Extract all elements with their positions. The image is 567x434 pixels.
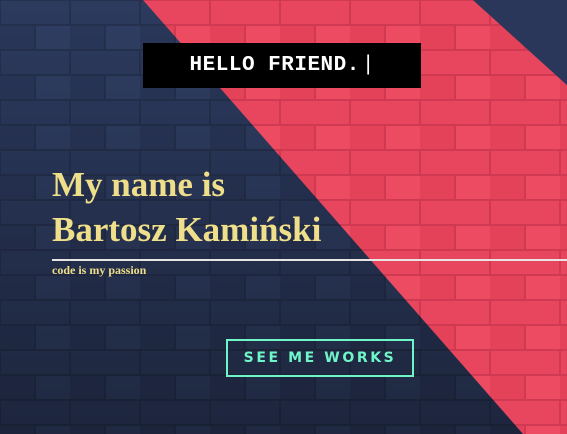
- typing-cursor: |: [361, 54, 375, 77]
- greeting-banner: HELLO FRIEND. |: [143, 43, 421, 88]
- greeting-text: HELLO FRIEND.: [189, 54, 360, 77]
- tagline: code is my passion: [52, 263, 147, 277]
- see-works-button-label: SEE ME WORKS: [243, 350, 397, 366]
- intro-heading-line-1: My name is: [52, 165, 226, 204]
- heading-divider: [52, 259, 567, 261]
- see-works-button[interactable]: SEE ME WORKS: [226, 339, 414, 377]
- intro-heading-name: Bartosz Kamiński: [52, 210, 322, 249]
- hero-section: HELLO FRIEND. | My name is Bartosz Kamińs…: [0, 0, 567, 434]
